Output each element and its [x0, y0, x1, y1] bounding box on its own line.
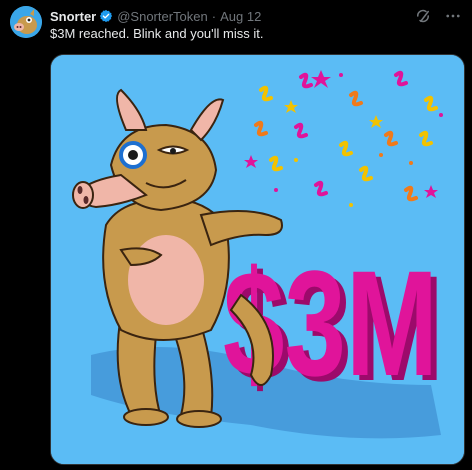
avatar[interactable] [10, 6, 42, 38]
header-actions [414, 7, 462, 25]
tweet[interactable]: Snorter @SnorterToken · Aug 12 $3M reach… [0, 0, 472, 470]
separator-dot: · [211, 8, 217, 24]
more-icon[interactable] [444, 7, 462, 25]
tweet-header: Snorter @SnorterToken · Aug 12 [50, 7, 462, 25]
author-handle[interactable]: @SnorterToken [117, 9, 208, 24]
tweet-text: $3M reached. Blink and you'll miss it. [50, 26, 264, 41]
tweet-date[interactable]: Aug 12 [220, 9, 261, 24]
verified-badge-icon [100, 9, 113, 23]
tweet-media-image[interactable]: $3M $3M [50, 54, 465, 465]
grok-icon[interactable] [414, 7, 432, 25]
author-name[interactable]: Snorter [50, 9, 96, 24]
